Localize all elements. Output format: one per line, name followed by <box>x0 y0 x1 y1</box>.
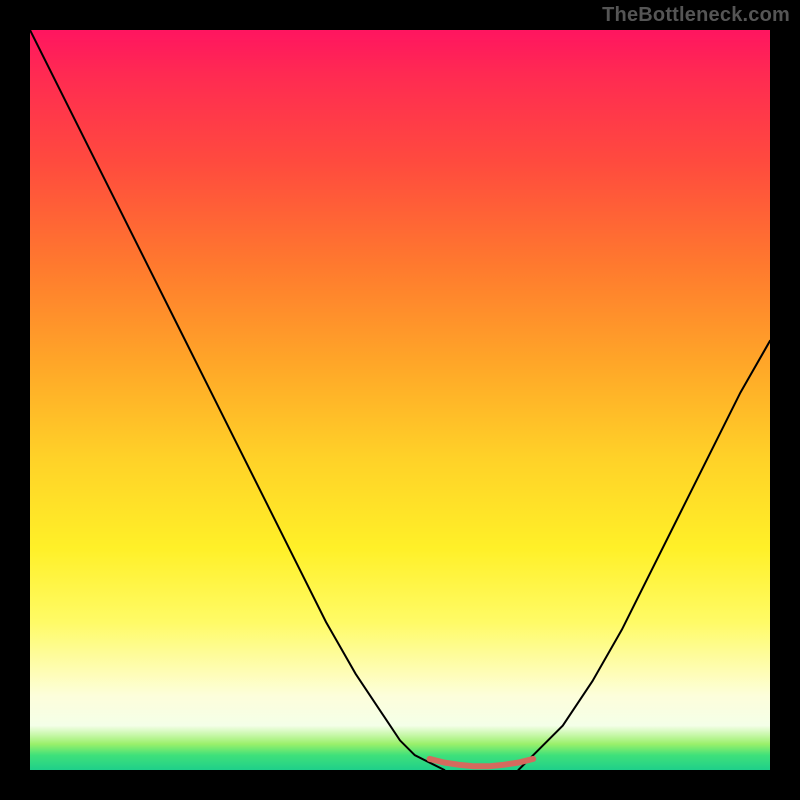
plot-area <box>30 30 770 770</box>
left-branch-path <box>30 30 444 770</box>
chart-frame: TheBottleneck.com <box>0 0 800 800</box>
valley-flat-path <box>430 759 534 766</box>
curve-layer <box>30 30 770 770</box>
watermark-text: TheBottleneck.com <box>602 4 790 27</box>
right-branch-path <box>518 341 770 770</box>
